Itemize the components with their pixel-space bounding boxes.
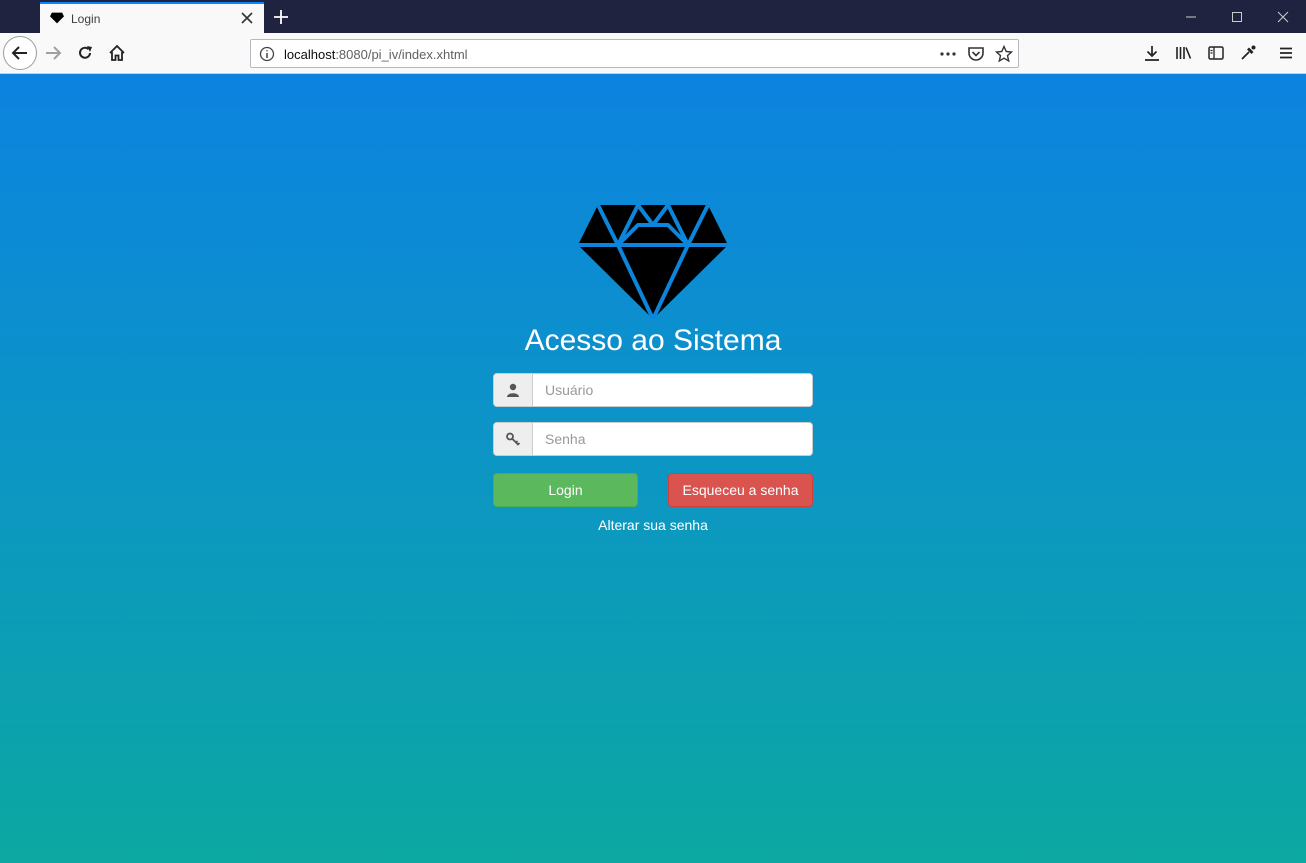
close-icon (1277, 11, 1289, 22)
sidebar-icon (1208, 46, 1224, 60)
forward-button[interactable] (39, 39, 67, 67)
new-tab-icon[interactable] (272, 8, 290, 26)
tab-title: Login (71, 12, 101, 26)
more-dots-icon (940, 52, 956, 56)
url-host: localhost (284, 47, 336, 62)
url-bar[interactable]: localhost:8080/pi_iv/index.xhtml (250, 39, 1019, 68)
bookmark-button[interactable] (995, 45, 1013, 63)
star-icon (995, 45, 1013, 63)
minimize-button[interactable] (1168, 0, 1214, 33)
diamond-icon (50, 12, 64, 24)
page-title: Acesso ao Sistema (524, 324, 782, 357)
sidebar-button[interactable] (1202, 39, 1230, 67)
library-button[interactable] (1170, 39, 1198, 67)
reload-icon (79, 46, 92, 59)
diamond-icon (578, 205, 728, 319)
browser-tab-login[interactable]: Login (40, 2, 264, 33)
password-input[interactable] (533, 423, 812, 455)
forgot-password-button[interactable]: Esqueceu a senha (668, 473, 813, 507)
menu-button[interactable] (1272, 39, 1300, 67)
maximize-icon (1232, 11, 1242, 22)
pocket-button[interactable] (967, 45, 985, 63)
change-password-link[interactable]: Alterar sua senha (0, 517, 1306, 533)
password-addon (494, 423, 533, 455)
key-icon (506, 432, 520, 446)
arrow-left-icon (11, 46, 27, 60)
username-addon (494, 374, 533, 406)
hamburger-menu-icon (1280, 47, 1292, 59)
download-icon (1145, 46, 1159, 61)
home-button[interactable] (103, 39, 131, 67)
browser-nav-bar: localhost:8080/pi_iv/index.xhtml (0, 33, 1306, 74)
downloads-button[interactable] (1138, 39, 1166, 67)
user-icon (507, 383, 519, 397)
back-button[interactable] (3, 36, 37, 70)
pocket-icon (968, 47, 984, 61)
maximize-button[interactable] (1214, 0, 1260, 33)
login-page: Acesso ao Sistema Login Esqueceu a senha… (0, 74, 1306, 863)
close-tab-icon[interactable] (240, 11, 254, 25)
username-input[interactable] (533, 374, 812, 406)
arrow-right-icon (46, 46, 62, 60)
info-icon[interactable] (259, 46, 275, 62)
username-field-group (493, 373, 813, 407)
password-field-group (493, 422, 813, 456)
reload-button[interactable] (71, 39, 99, 67)
url-path: :8080/pi_iv/index.xhtml (335, 47, 468, 62)
page-actions-button[interactable] (939, 45, 957, 63)
library-icon (1176, 47, 1192, 59)
eyedropper-icon (1241, 45, 1256, 60)
close-window-button[interactable] (1260, 0, 1306, 33)
home-icon (109, 44, 125, 61)
url-text: localhost:8080/pi_iv/index.xhtml (284, 47, 468, 62)
login-button[interactable]: Login (493, 473, 638, 507)
eyedropper-button[interactable] (1234, 39, 1262, 67)
minimize-icon (1186, 16, 1196, 17)
browser-tab-bar: Login (0, 0, 1306, 33)
